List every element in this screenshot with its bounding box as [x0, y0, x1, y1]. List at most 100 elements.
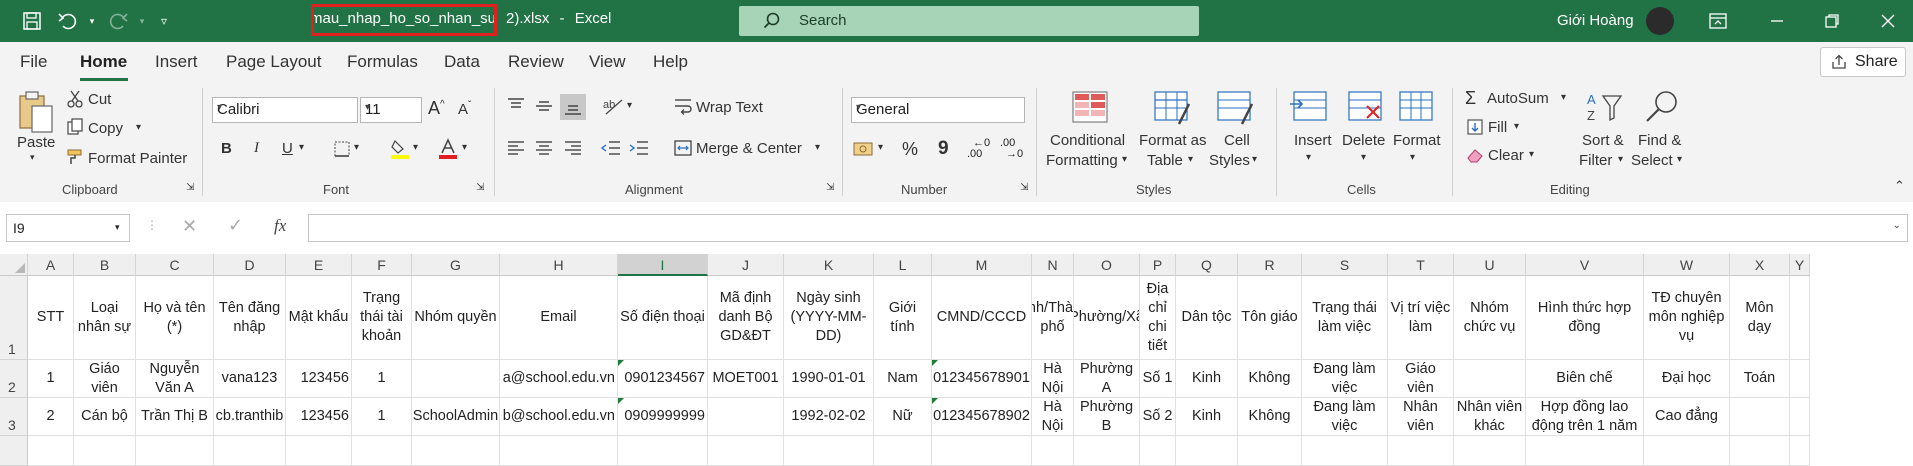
- restore-icon[interactable]: [1820, 9, 1844, 33]
- clear-dropdown-icon[interactable]: ▾: [1529, 149, 1534, 160]
- column-header-y[interactable]: Y: [1790, 254, 1810, 276]
- header-cell[interactable]: Trạng thái tài khoản: [352, 276, 412, 360]
- header-cell[interactable]: Môn dạy: [1730, 276, 1790, 360]
- find-select-icon[interactable]: [1643, 88, 1683, 126]
- row-header[interactable]: [0, 436, 28, 466]
- wrap-text-icon[interactable]: [673, 96, 693, 116]
- table-cell[interactable]: [1238, 436, 1302, 466]
- header-cell[interactable]: Hình thức hợp đồng: [1526, 276, 1644, 360]
- column-header-h[interactable]: H: [500, 254, 618, 276]
- table-cell[interactable]: [1454, 436, 1526, 466]
- table-cell[interactable]: Số 2: [1140, 398, 1176, 436]
- conditional-formatting-label-1[interactable]: Conditional: [1050, 132, 1125, 149]
- delete-cells-dropdown-icon[interactable]: ▾: [1361, 152, 1366, 163]
- header-cell[interactable]: TĐ chuyên môn nghiệp vụ: [1644, 276, 1730, 360]
- column-header-d[interactable]: D: [214, 254, 286, 276]
- clipboard-launcher-icon[interactable]: ⇲: [186, 182, 194, 193]
- merge-center-icon[interactable]: [673, 138, 693, 158]
- table-cell[interactable]: [1790, 360, 1810, 398]
- sort-filter-icon[interactable]: AZ: [1585, 90, 1625, 126]
- fill-button[interactable]: Fill: [1488, 119, 1507, 136]
- table-cell[interactable]: vana123: [214, 360, 286, 398]
- table-cell[interactable]: 1: [28, 360, 74, 398]
- conditional-formatting-label-2[interactable]: Formatting: [1046, 152, 1118, 169]
- table-cell[interactable]: Không: [1238, 398, 1302, 436]
- error-indicator-icon[interactable]: [932, 398, 938, 404]
- decrease-decimal-button[interactable]: .00 →0: [1000, 138, 1026, 162]
- column-header-c[interactable]: C: [136, 254, 214, 276]
- paste-icon[interactable]: [16, 90, 56, 137]
- table-cell[interactable]: cb.tranthib: [214, 398, 286, 436]
- table-cell[interactable]: 0901234567: [618, 360, 708, 398]
- format-as-table-label-2[interactable]: Table: [1147, 152, 1183, 169]
- font-size-select[interactable]: 11 ▾: [360, 97, 422, 123]
- customize-toolbar-icon[interactable]: ▿: [152, 9, 176, 33]
- table-cell[interactable]: Đang làm việc: [1302, 398, 1388, 436]
- table-cell[interactable]: [1730, 436, 1790, 466]
- align-right-icon[interactable]: [563, 138, 583, 158]
- avatar[interactable]: [1646, 7, 1674, 35]
- cell-styles-icon[interactable]: [1216, 90, 1256, 126]
- cancel-entry-icon[interactable]: ✕: [182, 216, 197, 237]
- table-cell[interactable]: Phường B: [1074, 398, 1140, 436]
- header-cell[interactable]: Trạng thái làm việc: [1302, 276, 1388, 360]
- row-header[interactable]: 1: [0, 276, 28, 360]
- insert-cells-icon[interactable]: [1290, 90, 1330, 126]
- wrap-text-button[interactable]: Wrap Text: [696, 99, 763, 116]
- cell-styles-label-1[interactable]: Cell: [1224, 132, 1250, 149]
- table-cell[interactable]: Nhân viên: [1388, 398, 1454, 436]
- table-cell[interactable]: 0909999999: [618, 398, 708, 436]
- undo-dropdown-icon[interactable]: ▾: [80, 9, 104, 33]
- column-header-e[interactable]: E: [286, 254, 352, 276]
- tab-data[interactable]: Data: [444, 52, 480, 72]
- copy-button[interactable]: Copy: [88, 120, 123, 137]
- align-top-icon[interactable]: [506, 96, 526, 116]
- table-cell[interactable]: [932, 436, 1032, 466]
- table-cell[interactable]: Hà Nội: [1032, 398, 1074, 436]
- column-header-j[interactable]: J: [708, 254, 784, 276]
- autosum-button[interactable]: AutoSum: [1487, 90, 1549, 107]
- header-cell[interactable]: Số điện thoại: [618, 276, 708, 360]
- formula-input[interactable]: ⌄: [308, 214, 1908, 242]
- table-cell[interactable]: Đang làm việc: [1302, 360, 1388, 398]
- conditional-dropdown-icon[interactable]: ▾: [1122, 154, 1127, 165]
- bold-button[interactable]: B: [221, 140, 232, 157]
- autosum-dropdown-icon[interactable]: ▾: [1561, 92, 1566, 103]
- format-as-table-label-1[interactable]: Format as: [1139, 132, 1207, 149]
- table-cell[interactable]: [1140, 436, 1176, 466]
- table-cell[interactable]: 1: [352, 360, 412, 398]
- align-left-icon[interactable]: [506, 138, 526, 158]
- tab-file[interactable]: File: [20, 52, 47, 72]
- table-cell[interactable]: Kinh: [1176, 360, 1238, 398]
- column-header-w[interactable]: W: [1644, 254, 1730, 276]
- table-cell[interactable]: Kinh: [1176, 398, 1238, 436]
- table-cell[interactable]: [708, 436, 784, 466]
- name-box[interactable]: I9 ▾: [6, 214, 130, 242]
- header-cell[interactable]: [1790, 276, 1810, 360]
- column-header-n[interactable]: N: [1032, 254, 1074, 276]
- table-cell[interactable]: Nam: [874, 360, 932, 398]
- format-as-table-dropdown-icon[interactable]: ▾: [1188, 154, 1193, 165]
- table-cell[interactable]: a@school.edu.vn: [500, 360, 618, 398]
- header-cell[interactable]: Loại nhân sự: [74, 276, 136, 360]
- table-cell[interactable]: [286, 436, 352, 466]
- table-cell[interactable]: b@school.edu.vn: [500, 398, 618, 436]
- increase-font-icon[interactable]: A^: [428, 98, 445, 119]
- column-header-m[interactable]: M: [932, 254, 1032, 276]
- table-cell[interactable]: Giáo viên: [74, 360, 136, 398]
- cut-icon[interactable]: [66, 90, 84, 108]
- table-cell[interactable]: [412, 360, 500, 398]
- table-cell[interactable]: Nữ: [874, 398, 932, 436]
- header-cell[interactable]: Nhóm chức vụ: [1454, 276, 1526, 360]
- error-indicator-icon[interactable]: [618, 398, 624, 404]
- insert-cells-dropdown-icon[interactable]: ▾: [1306, 152, 1311, 163]
- clear-icon[interactable]: [1465, 146, 1485, 164]
- header-cell[interactable]: Mật khẩu: [286, 276, 352, 360]
- format-as-table-icon[interactable]: [1153, 90, 1193, 126]
- merge-dropdown-icon[interactable]: ▾: [815, 142, 820, 153]
- header-cell[interactable]: Địa chỉ chi tiết: [1140, 276, 1176, 360]
- copy-dropdown-icon[interactable]: ▾: [136, 122, 141, 133]
- header-cell[interactable]: Tôn giáo: [1238, 276, 1302, 360]
- header-cell[interactable]: Mã định danh Bộ GD&ĐT: [708, 276, 784, 360]
- font-color-dropdown-icon[interactable]: ▾: [462, 142, 467, 153]
